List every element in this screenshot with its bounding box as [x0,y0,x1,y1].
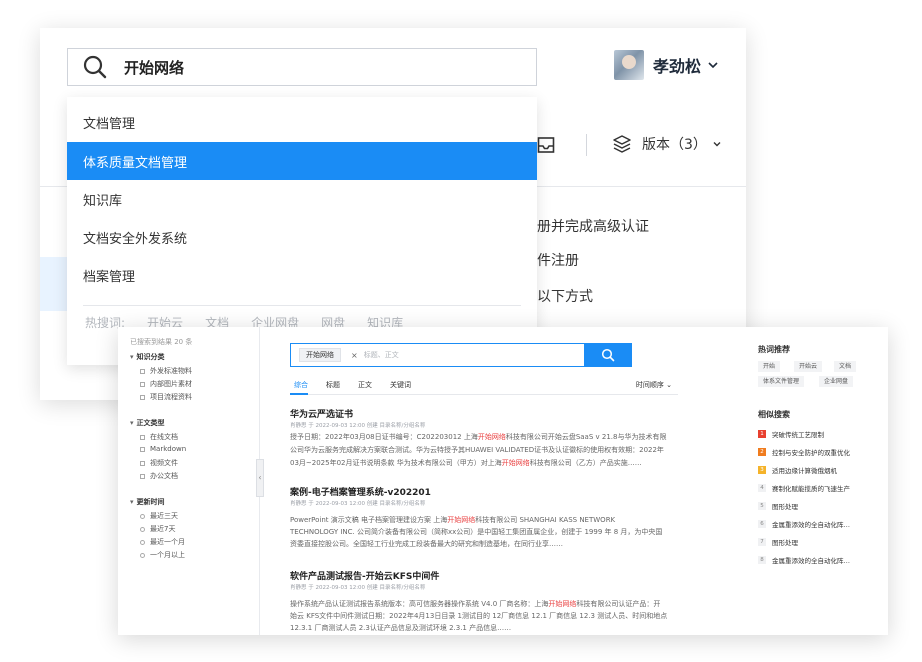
similar-search-item[interactable]: 7 图形处理 [758,537,798,547]
hot-word-tag[interactable]: 企业网盘 [819,376,854,387]
tab-keyword[interactable]: 关键词 [390,380,411,390]
suggestion-item[interactable]: 文档安全外发系统 [67,218,537,256]
result-tabs: 综合 标题 正文 关键词 时间顺序 ⌄ [290,379,678,395]
filter-checkbox[interactable]: Markdown [140,445,186,453]
filter-checkbox[interactable]: 办公文档 [140,471,178,481]
chevron-down-icon [713,142,721,147]
results-search-input[interactable]: 开始网络 × 标题、正文 [290,343,632,367]
filter-checkbox[interactable]: 外发标准物料 [140,366,192,376]
user-name: 孝劲松 [653,57,702,76]
result-title[interactable]: 软件产品测试报告-开始云KFS中间件 [290,569,439,582]
caret-down-icon: ▾ [130,353,134,361]
tab-body[interactable]: 正文 [358,380,372,390]
sort-dropdown[interactable]: 时间顺序 ⌄ [636,380,672,390]
left-highlight-strip [40,257,70,311]
collapse-sidebar-handle[interactable]: ‹ [256,459,264,497]
result-title[interactable]: 华为云严选证书 [290,407,353,420]
background-text-line: 件注册 [537,253,579,269]
hot-word-tag[interactable]: 开始云 [794,361,823,372]
search-button[interactable] [584,343,632,367]
hot-word-tag[interactable]: 开始 [758,361,781,372]
divider [83,305,521,306]
similar-search-item[interactable]: 5 图形处理 [758,501,798,511]
result-meta: 肖静思 于 2022-09-03 12:00 创建 目录名称/分组名称 [290,423,426,429]
hot-words-title: 热词推荐 [758,345,790,354]
avatar [614,50,644,80]
search-results-window: ‹ 已搜索到结果 20 条 ▾ 知识分类 外发标准物料 内部图片素材 项目流程资料… [118,327,888,635]
result-snippet: 资委直接控股公司。全国轻工行业完成工段装备最大的研究和制造基地，在同行业享…… [290,540,563,548]
caret-down-icon: ▾ [130,419,134,427]
similar-search-item[interactable]: 6 金属重添效的全自动化阵… [758,519,850,529]
filter-checkbox[interactable]: 项目流程资料 [140,392,192,402]
version-dropdown[interactable]: 版本（3） [612,134,722,154]
inbox-icon[interactable] [537,136,555,154]
search-input[interactable]: 开始网络 [67,48,537,86]
active-tab-indicator [290,393,308,395]
search-query-text: 开始网络 [124,58,185,77]
result-snippet: 操作系统产品认证测试报告系统版本：高可信服务器操作系统 V4.0 厂商名称：上海… [290,600,661,608]
caret-down-icon: ▾ [130,498,134,506]
filter-section-title[interactable]: ▾ 正文类型 [130,418,165,428]
background-text-line: 以下方式 [537,289,593,305]
similar-search-item[interactable]: 1 突破传统工艺限制 [758,429,824,439]
result-snippet: 始云 KFS文件中间件测试日期：2022年4月13日目录 1测试目的 12厂商信… [290,612,668,620]
suggestion-item[interactable]: 知识库 [67,180,537,218]
search-suggestion-dropdown: 文档管理 体系质量文档管理 知识库 文档安全外发系统 档案管理 热搜词: 开始云… [67,97,537,365]
chevron-down-icon [708,62,718,69]
filter-checkbox[interactable]: 视频文件 [140,458,178,468]
filter-radio[interactable]: 一个月以上 [140,550,185,560]
suggestion-item-active[interactable]: 体系质量文档管理 [67,142,537,180]
hot-word-tag[interactable]: 文档 [834,361,857,372]
hot-word-tag[interactable]: 体系文件管理 [758,376,805,387]
background-text-line: 册并完成高级认证 [537,219,649,235]
layers-icon [613,135,631,153]
result-snippet: 公司华为云服务完成解决方案联合测试。华为云特授予其HUAWEI VALIDATE… [290,446,664,454]
close-icon[interactable]: × [351,351,358,360]
filter-section-title[interactable]: ▾ 更新时间 [130,497,165,507]
result-title[interactable]: 案例-电子档案管理系统-v202201 [290,485,431,498]
result-snippet: 授予日期：2022年03月08日证书编号：C202203012 上海开始网络科技… [290,433,667,441]
suggestion-item[interactable]: 档案管理 [67,256,537,294]
tab-title[interactable]: 标题 [326,380,340,390]
result-meta: 肖静思 于 2022-09-03 12:00 创建 目录名称/分组名称 [290,585,426,591]
suggestion-item[interactable]: 文档管理 [67,103,537,141]
similar-search-item[interactable]: 8 金属重添效的全自动化阵… [758,555,850,565]
result-meta: 肖静思 于 2022-09-03 12:00 创建 目录名称/分组名称 [290,501,426,507]
result-snippet: TECHNOLOGY INC. 公司简介装备有限公司（简称xx公司）是中国轻工集… [290,528,663,536]
filter-radio[interactable]: 最近7天 [140,524,175,534]
similar-search-item[interactable]: 2 控制与安全防护的双重优化 [758,447,850,457]
filter-section-title[interactable]: ▾ 知识分类 [130,352,165,362]
result-snippet: PowerPoint 演示文稿 电子档案管理建设方案 上海开始网络科技有限公司 … [290,516,616,524]
similar-search-item[interactable]: 3 适用边缘计算微俄烟机 [758,465,837,475]
search-placeholder: 标题、正文 [363,351,399,359]
toolbar-divider [586,134,587,156]
search-icon [83,55,107,79]
similar-search-item[interactable]: 4 赛制化赋能揽质的飞速生产 [758,483,850,493]
similar-search-title: 相似搜索 [758,410,790,419]
search-icon [601,348,615,362]
result-count: 已搜索到结果 20 条 [130,338,193,346]
filter-checkbox[interactable]: 内部图片素材 [140,379,192,389]
search-tag[interactable]: 开始网络 [299,348,341,362]
filter-radio[interactable]: 最近三天 [140,511,178,521]
tab-all[interactable]: 综合 [294,380,308,390]
filter-radio[interactable]: 最近一个月 [140,537,185,547]
user-menu[interactable]: 孝劲松 [614,50,719,80]
result-snippet: 12.3.1 厂商测试人员 2.3认证产品信息及测试环境 2.3.1 产品信息…… [290,624,512,632]
version-label: 版本（3） [642,137,707,153]
result-snippet: 03月~2025年02月证书说明条款 华为技术有限公司（甲方）对上海开始网络科技… [290,459,642,467]
filter-checkbox[interactable]: 在线文档 [140,432,178,442]
